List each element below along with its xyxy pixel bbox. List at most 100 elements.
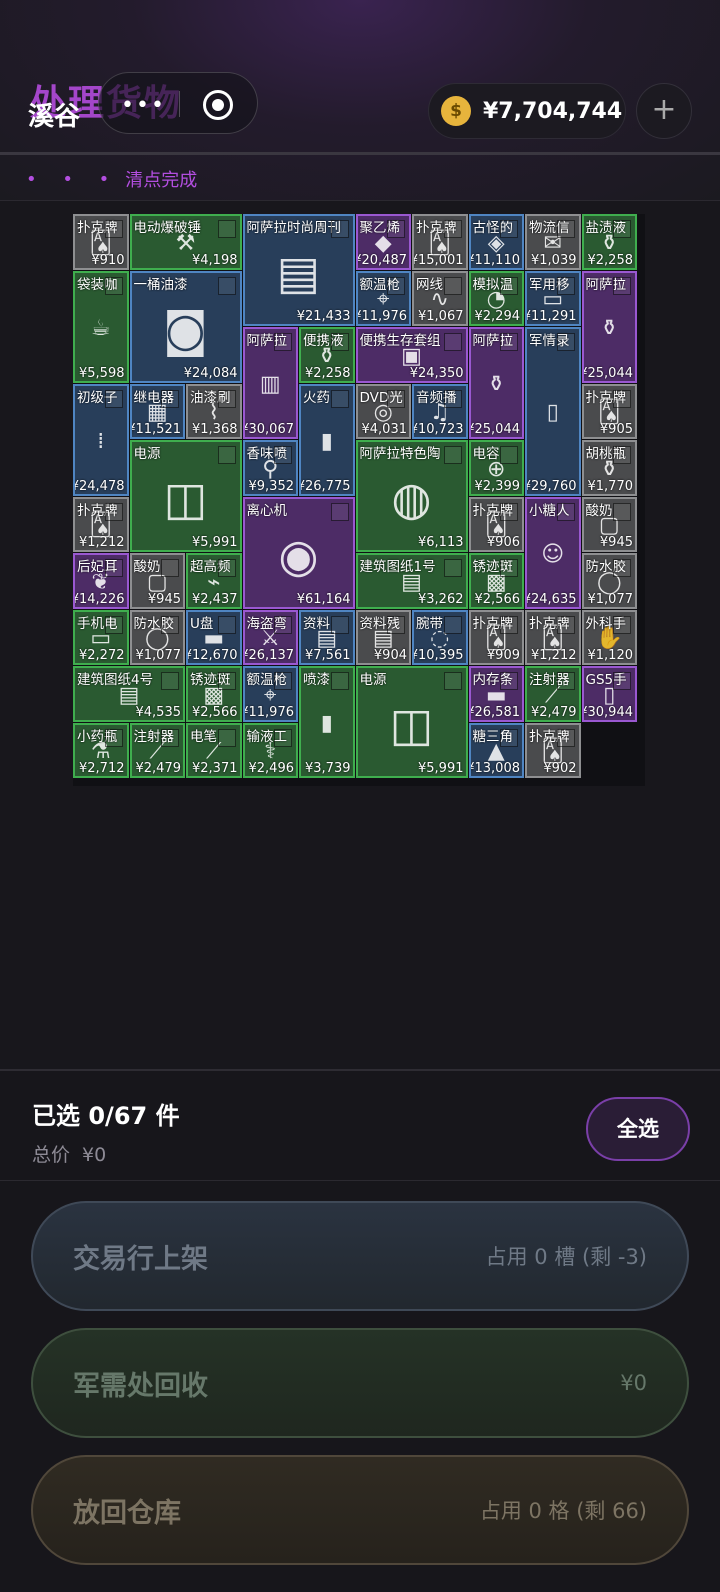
inventory-item[interactable]: ⚱ 胡桃瓶 ¥1,770 — [581, 440, 637, 496]
inventory-item[interactable]: ⚱ 阿萨拉 ¥25,044 — [468, 327, 524, 439]
item-checkbox[interactable] — [330, 672, 349, 690]
inventory-item[interactable]: ☺ 小糖人 ¥24,635 — [525, 496, 581, 609]
inventory-item[interactable]: ▦ 继电器 ¥11,521 — [129, 383, 185, 439]
item-checkbox[interactable] — [104, 389, 123, 408]
item-checkbox[interactable] — [613, 502, 631, 521]
item-checkbox[interactable] — [274, 333, 292, 351]
inventory-item[interactable]: ▤ 阿萨拉时尚周刊 ¥21,433 — [242, 214, 355, 326]
item-checkbox[interactable] — [274, 672, 292, 690]
inventory-item[interactable]: ⟋ 注射器 ¥2,479 — [129, 722, 185, 778]
item-checkbox[interactable] — [104, 615, 123, 634]
item-checkbox[interactable] — [217, 446, 236, 464]
inventory-item[interactable]: ▢ 酸奶 ¥945 — [581, 496, 637, 552]
inventory-item[interactable]: ▥ 阿萨拉 ¥30,067 — [242, 327, 298, 439]
inventory-item[interactable]: ✋ 外科手 ¥1,120 — [581, 609, 637, 665]
item-checkbox[interactable] — [330, 389, 349, 408]
item-checkbox[interactable] — [387, 615, 405, 634]
inventory-item[interactable]: ◙ 一桶油漆 ¥24,084 — [129, 270, 242, 383]
item-checkbox[interactable] — [613, 220, 631, 238]
item-checkbox[interactable] — [500, 446, 518, 464]
item-checkbox[interactable] — [330, 220, 349, 238]
item-checkbox[interactable] — [161, 728, 179, 747]
inventory-item[interactable]: ▩ 锈迹斑 ¥2,566 — [468, 553, 524, 609]
item-checkbox[interactable] — [161, 389, 179, 408]
inventory-item[interactable]: 🂡 扑克牌 ¥15,001 — [412, 214, 468, 270]
inventory-item[interactable]: ▬ 内存条 ¥26,581 — [468, 666, 524, 722]
more-icon[interactable]: ••• — [121, 93, 166, 118]
item-checkbox[interactable] — [500, 220, 518, 238]
item-checkbox[interactable] — [443, 220, 462, 238]
inventory-item[interactable]: ⚗ 小药瓶 ¥2,712 — [73, 722, 129, 778]
item-checkbox[interactable] — [387, 389, 405, 408]
inventory-item[interactable]: ▤ 资料 ¥7,561 — [299, 609, 355, 665]
item-checkbox[interactable] — [443, 615, 462, 634]
return-warehouse-button[interactable]: 放回仓库 占用 0 格 (剩 66) — [31, 1455, 689, 1565]
item-checkbox[interactable] — [443, 446, 462, 464]
item-checkbox[interactable] — [500, 502, 518, 521]
item-checkbox[interactable] — [217, 276, 236, 295]
inventory-item[interactable]: ⚔ 海盗弯 ¥26,137 — [242, 609, 298, 665]
inventory-item[interactable]: ◯ 防水胶 ¥1,077 — [129, 609, 185, 665]
inventory-item[interactable]: ⟋ 电笔 ¥2,371 — [186, 722, 242, 778]
item-checkbox[interactable] — [500, 333, 518, 351]
inventory-item[interactable]: ▭ 军用移 ¥11,291 — [525, 270, 581, 326]
item-checkbox[interactable] — [556, 502, 575, 521]
inventory-item[interactable]: ▢ 酸奶 ¥945 — [129, 553, 185, 609]
inventory-item[interactable]: ◍ 阿萨拉特色陶 ¥6,113 — [355, 440, 468, 552]
inventory-item[interactable]: ⌁ 超高频 ¥2,437 — [186, 553, 242, 609]
item-checkbox[interactable] — [500, 728, 518, 747]
inventory-item[interactable]: ◉ 离心机 ¥61,164 — [242, 496, 355, 609]
item-checkbox[interactable] — [274, 446, 292, 464]
item-checkbox[interactable] — [217, 672, 236, 690]
item-checkbox[interactable] — [556, 728, 575, 747]
item-checkbox[interactable] — [556, 220, 575, 238]
inventory-item[interactable]: ◫ 电源 ¥5,991 — [355, 666, 468, 778]
market-list-button[interactable]: 交易行上架 占用 0 槽 (剩 -3) — [31, 1201, 689, 1311]
inventory-item[interactable]: ◫ 电源 ¥5,991 — [129, 440, 242, 552]
item-checkbox[interactable] — [500, 615, 518, 634]
close-icon[interactable] — [203, 90, 233, 120]
inventory-item[interactable]: ⟋ 注射器 ¥2,479 — [525, 666, 581, 722]
inventory-item[interactable]: 🂡 扑克牌 ¥906 — [468, 496, 524, 552]
inventory-item[interactable]: ◯ 防水胶 ¥1,077 — [581, 553, 637, 609]
inventory-item[interactable]: ⌖ 额温枪 ¥11,976 — [355, 270, 411, 326]
inventory-item[interactable]: ∿ 网线 ¥1,067 — [412, 270, 468, 326]
inventory-item[interactable]: 🂡 扑克牌 ¥902 — [525, 722, 581, 778]
inventory-item[interactable]: ◔ 模拟温 ¥2,294 — [468, 270, 524, 326]
inventory-item[interactable]: ⚱ 盐渍液 ¥2,258 — [581, 214, 637, 270]
item-checkbox[interactable] — [613, 446, 631, 464]
item-checkbox[interactable] — [387, 220, 405, 238]
inventory-item[interactable]: ⌇ 油漆刷 ¥1,368 — [186, 383, 242, 439]
inventory-item[interactable]: ▲ 糖三角 ¥13,008 — [468, 722, 524, 778]
item-checkbox[interactable] — [161, 672, 179, 690]
inventory-item[interactable]: ▯ GS5手 ¥30,944 — [581, 666, 637, 722]
item-checkbox[interactable] — [104, 220, 123, 238]
inventory-item[interactable]: ☕ 袋装咖 ¥5,598 — [73, 270, 129, 383]
inventory-item[interactable]: 🂡 扑克牌 ¥905 — [581, 383, 637, 439]
inventory-item[interactable]: ◆ 聚乙烯 ¥20,487 — [355, 214, 411, 270]
inventory-item[interactable]: ◈ 古怪的 ¥11,110 — [468, 214, 524, 270]
item-checkbox[interactable] — [443, 672, 462, 690]
recycle-button[interactable]: 军需处回收 ¥0 — [31, 1328, 689, 1438]
item-checkbox[interactable] — [161, 615, 179, 634]
item-checkbox[interactable] — [443, 333, 462, 351]
item-checkbox[interactable] — [443, 559, 462, 577]
inventory-item[interactable]: ▤ 建筑图纸4号 ¥4,535 — [73, 666, 185, 722]
inventory-item[interactable]: 🂡 扑克牌 ¥1,212 — [525, 609, 581, 665]
inventory-item[interactable]: 🂡 扑克牌 ¥1,212 — [73, 496, 129, 552]
item-checkbox[interactable] — [613, 615, 631, 634]
item-checkbox[interactable] — [161, 559, 179, 577]
item-checkbox[interactable] — [613, 672, 631, 690]
inventory-item[interactable]: ▩ 锈迹斑 ¥2,566 — [186, 666, 242, 722]
item-checkbox[interactable] — [556, 333, 575, 351]
inventory-item[interactable]: ◌ 腕带 ¥10,395 — [412, 609, 468, 665]
inventory-item[interactable]: ⚲ 香味喷 ¥9,352 — [242, 440, 298, 496]
item-checkbox[interactable] — [613, 276, 631, 295]
item-checkbox[interactable] — [274, 615, 292, 634]
item-checkbox[interactable] — [613, 389, 631, 408]
item-checkbox[interactable] — [104, 502, 123, 521]
item-checkbox[interactable] — [217, 615, 236, 634]
item-checkbox[interactable] — [556, 615, 575, 634]
item-checkbox[interactable] — [443, 276, 462, 295]
inventory-item[interactable]: ⊕ 电容 ¥2,399 — [468, 440, 524, 496]
